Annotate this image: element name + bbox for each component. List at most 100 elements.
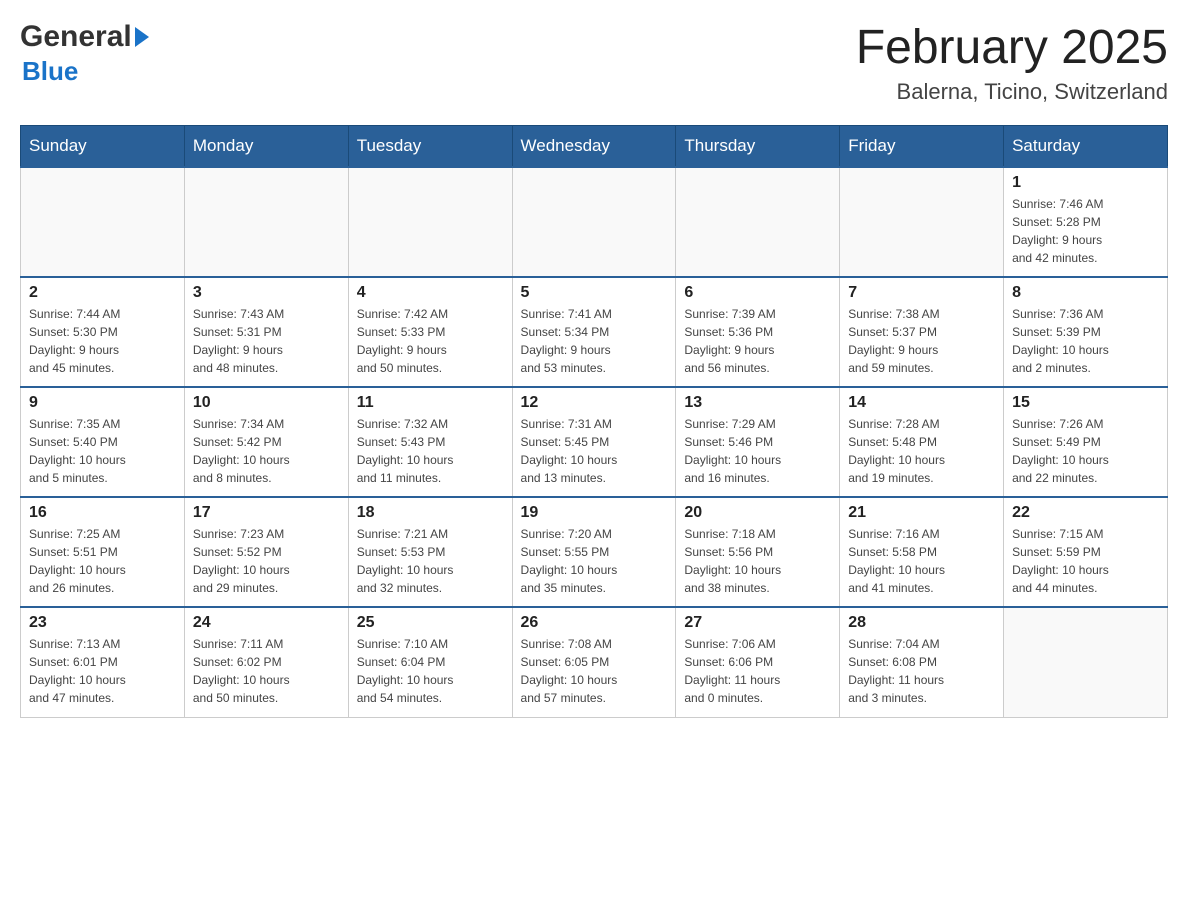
day-info: Sunrise: 7:39 AMSunset: 5:36 PMDaylight:…: [684, 305, 831, 377]
table-row: 19 Sunrise: 7:20 AMSunset: 5:55 PMDayligh…: [512, 497, 676, 607]
day-number: 27: [684, 614, 831, 632]
table-row: 14Sunrise: 7:28 AMSunset: 5:48 PMDayligh…: [840, 387, 1004, 497]
day-info: Sunrise: 7:20 AMSunset: 5:55 PMDaylight:…: [521, 525, 668, 597]
day-info: Sunrise: 7:38 AMSunset: 5:37 PMDaylight:…: [848, 305, 995, 377]
calendar-week-row: 1 Sunrise: 7:46 AMSunset: 5:28 PMDaylight…: [21, 167, 1168, 277]
table-row: 8 Sunrise: 7:36 AMSunset: 5:39 PMDaylight…: [1004, 277, 1168, 387]
calendar-week-row: 2Sunrise: 7:44 AMSunset: 5:30 PMDaylight…: [21, 277, 1168, 387]
table-row: 11Sunrise: 7:32 AMSunset: 5:43 PMDayligh…: [348, 387, 512, 497]
col-wednesday: Wednesday: [512, 126, 676, 168]
col-tuesday: Tuesday: [348, 126, 512, 168]
day-info: Sunrise: 7:29 AMSunset: 5:46 PMDaylight:…: [684, 415, 831, 487]
col-saturday: Saturday: [1004, 126, 1168, 168]
table-row: 28 Sunrise: 7:04 AMSunset: 6:08 PMDayligh…: [840, 607, 1004, 717]
day-number: 6: [684, 284, 831, 302]
day-number: 20: [684, 504, 831, 522]
table-row: 7 Sunrise: 7:38 AMSunset: 5:37 PMDaylight…: [840, 277, 1004, 387]
calendar-week-row: 23 Sunrise: 7:13 AMSunset: 6:01 PMDayligh…: [21, 607, 1168, 717]
title-block: February 2025 Balerna, Ticino, Switzerla…: [856, 20, 1168, 105]
day-info: Sunrise: 7:34 AMSunset: 5:42 PMDaylight:…: [193, 415, 340, 487]
table-row: 12 Sunrise: 7:31 AMSunset: 5:45 PMDayligh…: [512, 387, 676, 497]
day-info: Sunrise: 7:10 AMSunset: 6:04 PMDaylight:…: [357, 635, 504, 707]
calendar-table: Sunday Monday Tuesday Wednesday Thursday…: [20, 125, 1168, 718]
day-info: Sunrise: 7:04 AMSunset: 6:08 PMDaylight:…: [848, 635, 995, 707]
page-header: General Blue February 2025 Balerna, Tici…: [20, 20, 1168, 105]
day-info: Sunrise: 7:31 AMSunset: 5:45 PMDaylight:…: [521, 415, 668, 487]
day-number: 4: [357, 284, 504, 302]
day-info: Sunrise: 7:18 AMSunset: 5:56 PMDaylight:…: [684, 525, 831, 597]
day-info: Sunrise: 7:36 AMSunset: 5:39 PMDaylight:…: [1012, 305, 1159, 377]
day-number: 26: [521, 614, 668, 632]
day-number: 12: [521, 394, 668, 412]
table-row: 4Sunrise: 7:42 AMSunset: 5:33 PMDaylight…: [348, 277, 512, 387]
day-number: 17: [193, 504, 340, 522]
table-row: 26 Sunrise: 7:08 AMSunset: 6:05 PMDayligh…: [512, 607, 676, 717]
table-row: 23 Sunrise: 7:13 AMSunset: 6:01 PMDayligh…: [21, 607, 185, 717]
table-row: 5 Sunrise: 7:41 AMSunset: 5:34 PMDaylight…: [512, 277, 676, 387]
table-row: 2Sunrise: 7:44 AMSunset: 5:30 PMDaylight…: [21, 277, 185, 387]
calendar-week-row: 9Sunrise: 7:35 AMSunset: 5:40 PMDaylight…: [21, 387, 1168, 497]
day-info: Sunrise: 7:16 AMSunset: 5:58 PMDaylight:…: [848, 525, 995, 597]
calendar-title: February 2025: [856, 20, 1168, 75]
day-number: 25: [357, 614, 504, 632]
table-row: 22Sunrise: 7:15 AMSunset: 5:59 PMDayligh…: [1004, 497, 1168, 607]
day-info: Sunrise: 7:08 AMSunset: 6:05 PMDaylight:…: [521, 635, 668, 707]
table-row: 24 Sunrise: 7:11 AMSunset: 6:02 PMDayligh…: [184, 607, 348, 717]
day-info: Sunrise: 7:41 AMSunset: 5:34 PMDaylight:…: [521, 305, 668, 377]
table-row: 18Sunrise: 7:21 AMSunset: 5:53 PMDayligh…: [348, 497, 512, 607]
logo: General Blue: [20, 20, 149, 87]
logo-triangle-icon: [135, 27, 149, 47]
day-info: Sunrise: 7:26 AMSunset: 5:49 PMDaylight:…: [1012, 415, 1159, 487]
day-number: 8: [1012, 284, 1159, 302]
day-number: 24: [193, 614, 340, 632]
table-row: 9Sunrise: 7:35 AMSunset: 5:40 PMDaylight…: [21, 387, 185, 497]
table-row: 10 Sunrise: 7:34 AMSunset: 5:42 PMDayligh…: [184, 387, 348, 497]
day-number: 16: [29, 504, 176, 522]
day-number: 19: [521, 504, 668, 522]
day-info: Sunrise: 7:06 AMSunset: 6:06 PMDaylight:…: [684, 635, 831, 707]
calendar-subtitle: Balerna, Ticino, Switzerland: [856, 79, 1168, 105]
table-row: 6 Sunrise: 7:39 AMSunset: 5:36 PMDaylight…: [676, 277, 840, 387]
day-info: Sunrise: 7:35 AMSunset: 5:40 PMDaylight:…: [29, 415, 176, 487]
day-number: 22: [1012, 504, 1159, 522]
day-info: Sunrise: 7:28 AMSunset: 5:48 PMDaylight:…: [848, 415, 995, 487]
day-number: 5: [521, 284, 668, 302]
table-row: 21 Sunrise: 7:16 AMSunset: 5:58 PMDayligh…: [840, 497, 1004, 607]
col-thursday: Thursday: [676, 126, 840, 168]
table-row: 13 Sunrise: 7:29 AMSunset: 5:46 PMDayligh…: [676, 387, 840, 497]
day-number: 28: [848, 614, 995, 632]
day-info: Sunrise: 7:32 AMSunset: 5:43 PMDaylight:…: [357, 415, 504, 487]
logo-blue-text: Blue: [22, 56, 78, 86]
logo-general-text: General: [20, 20, 132, 54]
table-row: 15 Sunrise: 7:26 AMSunset: 5:49 PMDayligh…: [1004, 387, 1168, 497]
day-number: 7: [848, 284, 995, 302]
day-info: Sunrise: 7:25 AMSunset: 5:51 PMDaylight:…: [29, 525, 176, 597]
table-row: 20 Sunrise: 7:18 AMSunset: 5:56 PMDayligh…: [676, 497, 840, 607]
calendar-week-row: 16 Sunrise: 7:25 AMSunset: 5:51 PMDayligh…: [21, 497, 1168, 607]
day-info: Sunrise: 7:23 AMSunset: 5:52 PMDaylight:…: [193, 525, 340, 597]
day-number: 15: [1012, 394, 1159, 412]
day-info: Sunrise: 7:46 AMSunset: 5:28 PMDaylight:…: [1012, 195, 1159, 267]
day-number: 2: [29, 284, 176, 302]
day-info: Sunrise: 7:21 AMSunset: 5:53 PMDaylight:…: [357, 525, 504, 597]
table-row: [676, 167, 840, 277]
table-row: 1 Sunrise: 7:46 AMSunset: 5:28 PMDaylight…: [1004, 167, 1168, 277]
table-row: 16 Sunrise: 7:25 AMSunset: 5:51 PMDayligh…: [21, 497, 185, 607]
day-number: 1: [1012, 174, 1159, 192]
col-sunday: Sunday: [21, 126, 185, 168]
day-info: Sunrise: 7:13 AMSunset: 6:01 PMDaylight:…: [29, 635, 176, 707]
table-row: 27 Sunrise: 7:06 AMSunset: 6:06 PMDayligh…: [676, 607, 840, 717]
table-row: [184, 167, 348, 277]
day-number: 23: [29, 614, 176, 632]
day-number: 13: [684, 394, 831, 412]
day-number: 21: [848, 504, 995, 522]
col-monday: Monday: [184, 126, 348, 168]
table-row: 3 Sunrise: 7:43 AMSunset: 5:31 PMDaylight…: [184, 277, 348, 387]
day-info: Sunrise: 7:11 AMSunset: 6:02 PMDaylight:…: [193, 635, 340, 707]
day-info: Sunrise: 7:43 AMSunset: 5:31 PMDaylight:…: [193, 305, 340, 377]
day-number: 3: [193, 284, 340, 302]
table-row: [840, 167, 1004, 277]
calendar-header-row: Sunday Monday Tuesday Wednesday Thursday…: [21, 126, 1168, 168]
table-row: [348, 167, 512, 277]
day-number: 10: [193, 394, 340, 412]
